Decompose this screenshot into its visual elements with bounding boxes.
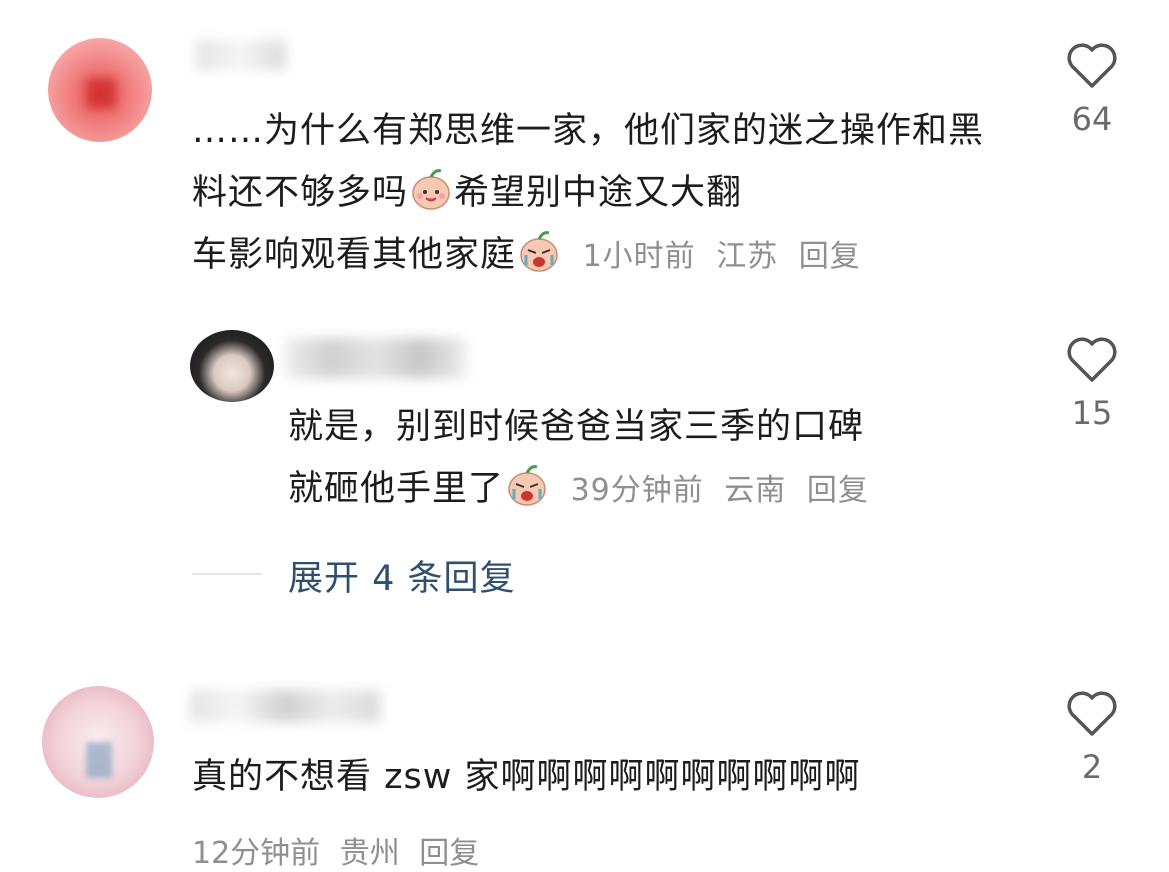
like-count: 15 <box>1071 394 1113 432</box>
comment-meta: 12分钟前 贵州 回复 <box>192 828 489 872</box>
comment-text-part3: 车影响观看其他家庭 <box>192 235 517 275</box>
reply-button[interactable]: 回复 <box>419 836 479 871</box>
crying-peach-emoji <box>520 231 558 272</box>
expand-divider <box>192 573 262 575</box>
username-blurred[interactable] <box>286 338 466 378</box>
comment-location: 江苏 <box>716 239 779 274</box>
comment-text: ……为什么有郑思维一家，他们家的迷之操作和黑料还不够多吗 希望别中途又大翻 车影… <box>192 100 1012 288</box>
heart-icon[interactable] <box>1066 336 1118 384</box>
smiling-peach-emoji <box>412 169 450 210</box>
like-column: 64 <box>1052 42 1132 138</box>
like-count: 64 <box>1071 100 1113 138</box>
avatar[interactable] <box>42 686 154 798</box>
reply-time: 39分钟前 <box>570 473 704 508</box>
reply-text-line1: 就是，别到时候爸爸当家三季的口碑 <box>288 407 865 447</box>
comment-time: 1小时前 <box>582 239 696 274</box>
reply-meta: 39分钟前 云南 回复 <box>560 473 879 508</box>
comment-location: 贵州 <box>339 836 400 871</box>
comment-time: 12分钟前 <box>192 836 321 871</box>
like-count: 2 <box>1081 748 1103 786</box>
reply-text-line2: 就砸他手里了 <box>288 469 505 509</box>
like-column: 2 <box>1052 690 1132 786</box>
expand-replies-button[interactable]: 展开 4 条回复 <box>288 550 516 601</box>
avatar[interactable] <box>48 38 152 142</box>
like-column: 15 <box>1052 336 1132 432</box>
crying-peach-emoji <box>508 465 546 506</box>
comment-text: 真的不想看 zsw 家啊啊啊啊啊啊啊啊啊啊 <box>192 757 861 797</box>
avatar[interactable] <box>190 330 274 402</box>
username-blurred[interactable] <box>196 40 286 70</box>
username-blurred[interactable] <box>190 690 380 722</box>
reply-button[interactable]: 回复 <box>807 473 869 508</box>
heart-icon[interactable] <box>1066 42 1118 90</box>
reply-button[interactable]: 回复 <box>799 239 861 274</box>
heart-icon[interactable] <box>1066 690 1118 738</box>
reply-location: 云南 <box>724 473 787 508</box>
reply-text: 就是，别到时候爸爸当家三季的口碑 就砸他手里了 39分钟前 云南 回复 <box>288 396 1008 522</box>
comment-meta: 1小时前 江苏 回复 <box>572 239 871 274</box>
comment-text-part2: 希望别中途又大翻 <box>454 173 743 213</box>
